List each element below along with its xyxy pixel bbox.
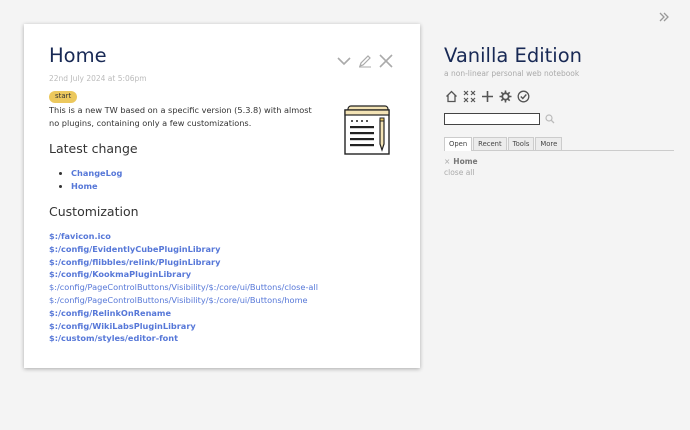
search-input[interactable] — [444, 112, 540, 125]
tab-tools[interactable]: Tools — [507, 137, 535, 150]
tab-open[interactable]: Open — [444, 137, 473, 151]
control-panel-icon[interactable] — [498, 89, 513, 104]
close-all-icon[interactable] — [462, 89, 477, 104]
sidebar: Vanilla Edition a non-linear personal we… — [444, 44, 674, 177]
story-river: Home 22nd July 2024 at 5:06pm start This… — [24, 24, 420, 368]
link-favicon[interactable]: $:/favicon.ico — [49, 231, 111, 241]
tab-more[interactable]: More — [535, 137, 563, 150]
page-controls — [444, 89, 674, 104]
link-changelog[interactable]: ChangeLog — [71, 168, 122, 178]
close-all-button[interactable]: close all — [444, 168, 674, 177]
save-icon[interactable] — [516, 89, 531, 104]
link-home[interactable]: Home — [71, 181, 98, 191]
tab-recent[interactable]: Recent — [473, 137, 507, 150]
customization-list: $:/favicon.ico $:/config/EvidentlyCubePl… — [49, 230, 318, 345]
list-item: Home — [71, 180, 122, 193]
search-icon[interactable] — [545, 109, 555, 128]
tiddler-modified-date: 22nd July 2024 at 5:06pm — [49, 74, 147, 83]
tiddler-home: Home 22nd July 2024 at 5:06pm start — [49, 44, 395, 103]
site-title: Vanilla Edition — [444, 44, 583, 67]
sidebar-toggle-icon[interactable] — [658, 8, 670, 22]
link-relink-on-rename[interactable]: $:/config/RelinkOnRename — [49, 308, 171, 318]
link-wikilabs-plugin-library[interactable]: $:/config/WikiLabsPluginLibrary — [49, 321, 196, 331]
list-item: × Home — [444, 157, 674, 166]
tag-pill-start[interactable]: start — [49, 91, 78, 103]
link-home-visibility[interactable]: $:/config/PageControlButtons/Visibility/… — [49, 295, 308, 305]
site-subtitle: a non-linear personal web notebook — [444, 69, 580, 78]
new-tiddler-icon[interactable] — [480, 89, 495, 104]
link-editor-font[interactable]: $:/custom/styles/editor-font — [49, 333, 178, 343]
open-item-home[interactable]: Home — [453, 157, 477, 166]
heading-latest-change: Latest change — [49, 141, 138, 156]
tiddler-body-text: This is a new TW based on a specific ver… — [49, 105, 312, 128]
close-icon[interactable] — [376, 51, 395, 70]
link-relink-plugin-library[interactable]: $:/config/flibbles/relink/PluginLibrary — [49, 257, 220, 267]
sidebar-tabs: Open Recent Tools More — [444, 137, 674, 151]
latest-change-list: ChangeLog Home — [71, 167, 122, 193]
tiddler-controls — [334, 51, 395, 70]
link-close-all-visibility[interactable]: $:/config/PageControlButtons/Visibility/… — [49, 282, 318, 292]
close-icon[interactable]: × — [444, 157, 450, 166]
home-icon[interactable] — [444, 89, 459, 104]
notebook-icon — [342, 104, 392, 156]
search-row — [444, 109, 674, 128]
heading-customization: Customization — [49, 204, 139, 219]
link-kookma-plugin-library[interactable]: $:/config/KookmaPluginLibrary — [49, 269, 191, 279]
list-item: ChangeLog — [71, 167, 122, 180]
link-evidentlycube-plugin-library[interactable]: $:/config/EvidentlyCubePluginLibrary — [49, 244, 220, 254]
edit-pencil-icon[interactable] — [355, 51, 374, 70]
open-tiddler-list: × Home close all — [444, 157, 674, 177]
more-actions-chevron-icon[interactable] — [334, 51, 353, 70]
